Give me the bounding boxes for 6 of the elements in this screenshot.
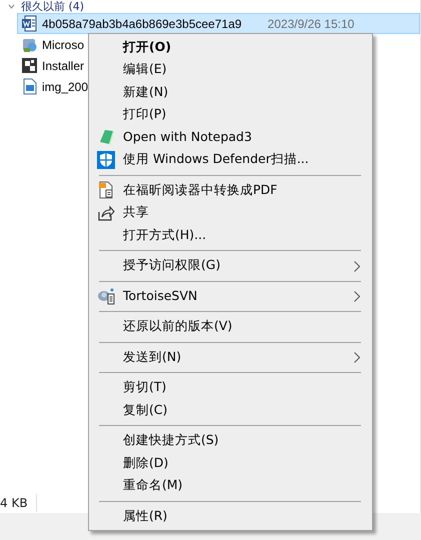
status-size: 4 KB (0, 494, 37, 512)
file-name: 4b058a79ab3b4a6b869e3b5cee71a9 (42, 16, 242, 32)
file-name: Installer (42, 58, 84, 74)
file-name: img_200 (42, 78, 88, 96)
file-name: Microso (42, 36, 84, 54)
file-date: 2023/9/26 15:10 (268, 16, 354, 32)
